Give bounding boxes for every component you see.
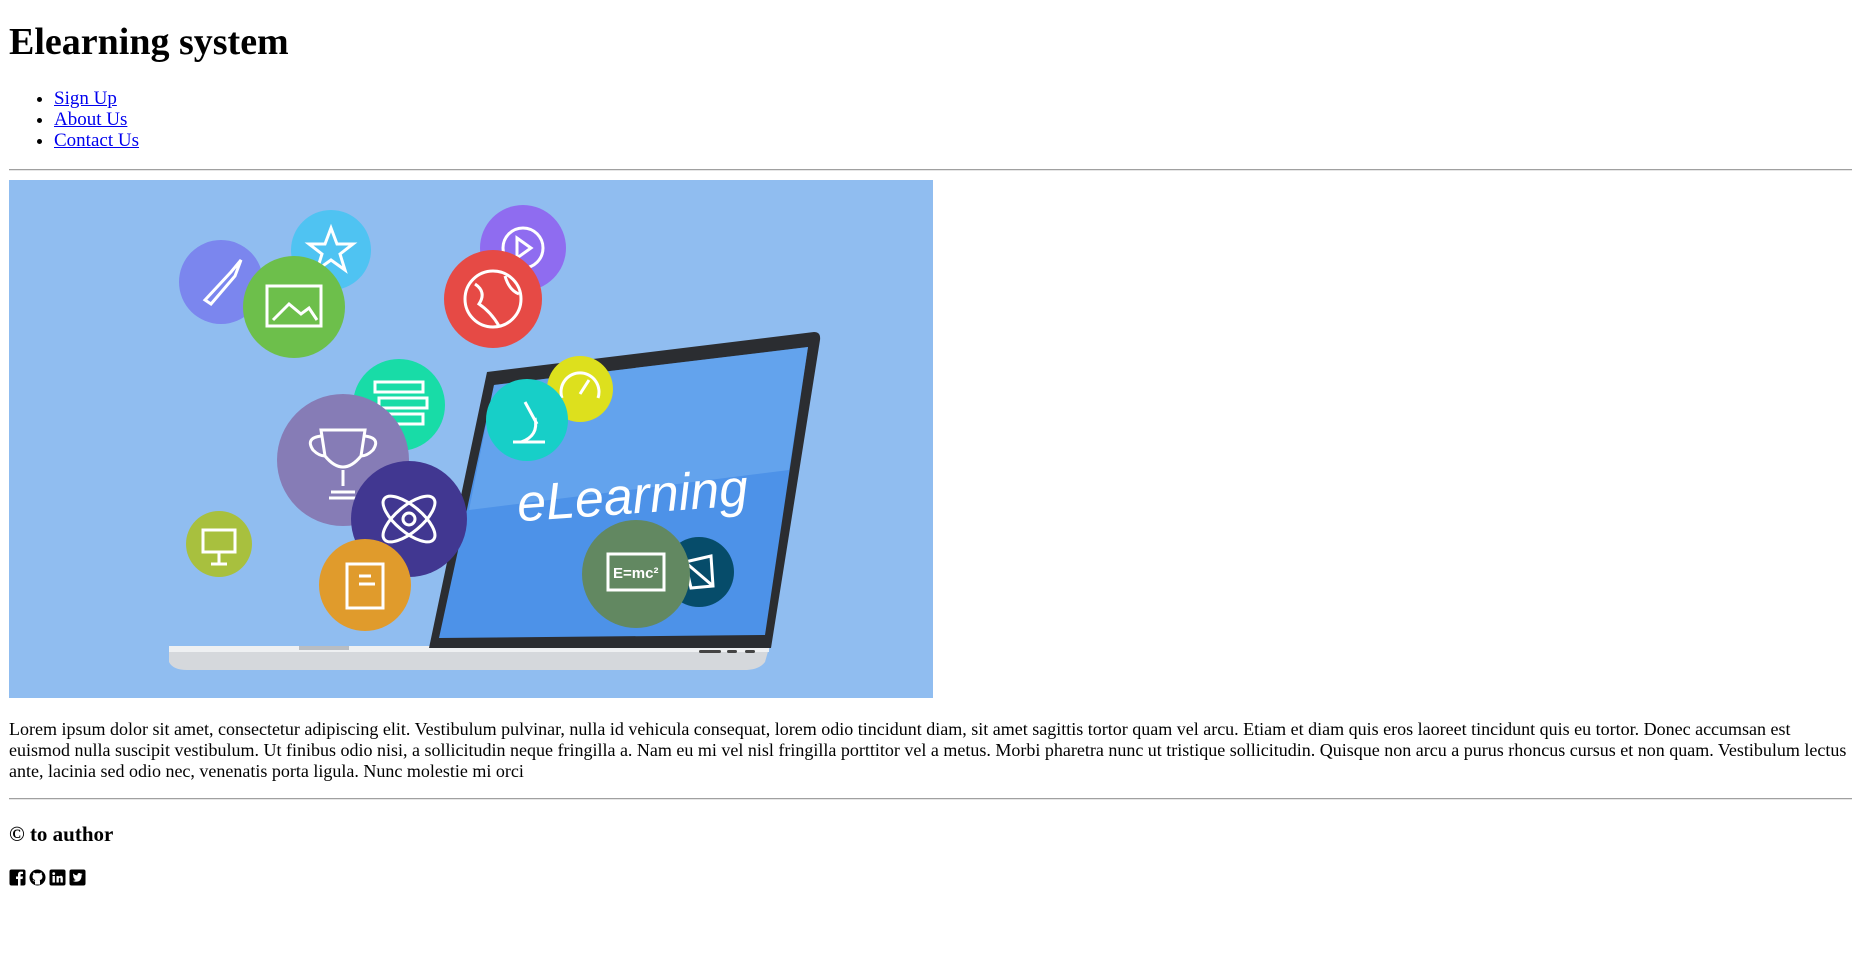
nav-item-contact-us: Contact Us <box>54 130 1852 151</box>
book-icon <box>319 539 411 631</box>
microscope-icon <box>486 379 568 461</box>
linkedin-icon[interactable] <box>49 869 66 886</box>
facebook-icon[interactable] <box>9 869 26 886</box>
nav-item-sign-up: Sign Up <box>54 88 1852 109</box>
contact-us-link[interactable]: Contact Us <box>54 130 139 151</box>
about-us-link[interactable]: About Us <box>54 109 127 130</box>
presentation-icon <box>186 511 252 577</box>
twitter-icon[interactable] <box>69 869 86 886</box>
copyright-text: © to author <box>9 822 114 846</box>
nav-list: Sign Up About Us Contact Us <box>9 88 1852 151</box>
formula-text: E=mc² <box>613 565 658 582</box>
image-icon <box>243 256 345 358</box>
hero-image: eLearning E=mc² <box>9 180 933 698</box>
globe-icon <box>444 250 542 348</box>
description-paragraph: Lorem ipsum dolor sit amet, consectetur … <box>9 719 1847 781</box>
blackboard-icon: E=mc² <box>582 520 690 628</box>
divider <box>9 169 1852 171</box>
page-title: Elearning system <box>9 21 289 63</box>
nav-item-about-us: About Us <box>54 109 1852 130</box>
social-links <box>9 869 1852 886</box>
page: Elearning system Sign Up About Us Contac… <box>0 20 1861 886</box>
divider <box>9 798 1852 800</box>
sign-up-link[interactable]: Sign Up <box>54 88 117 109</box>
github-icon[interactable] <box>29 869 46 886</box>
